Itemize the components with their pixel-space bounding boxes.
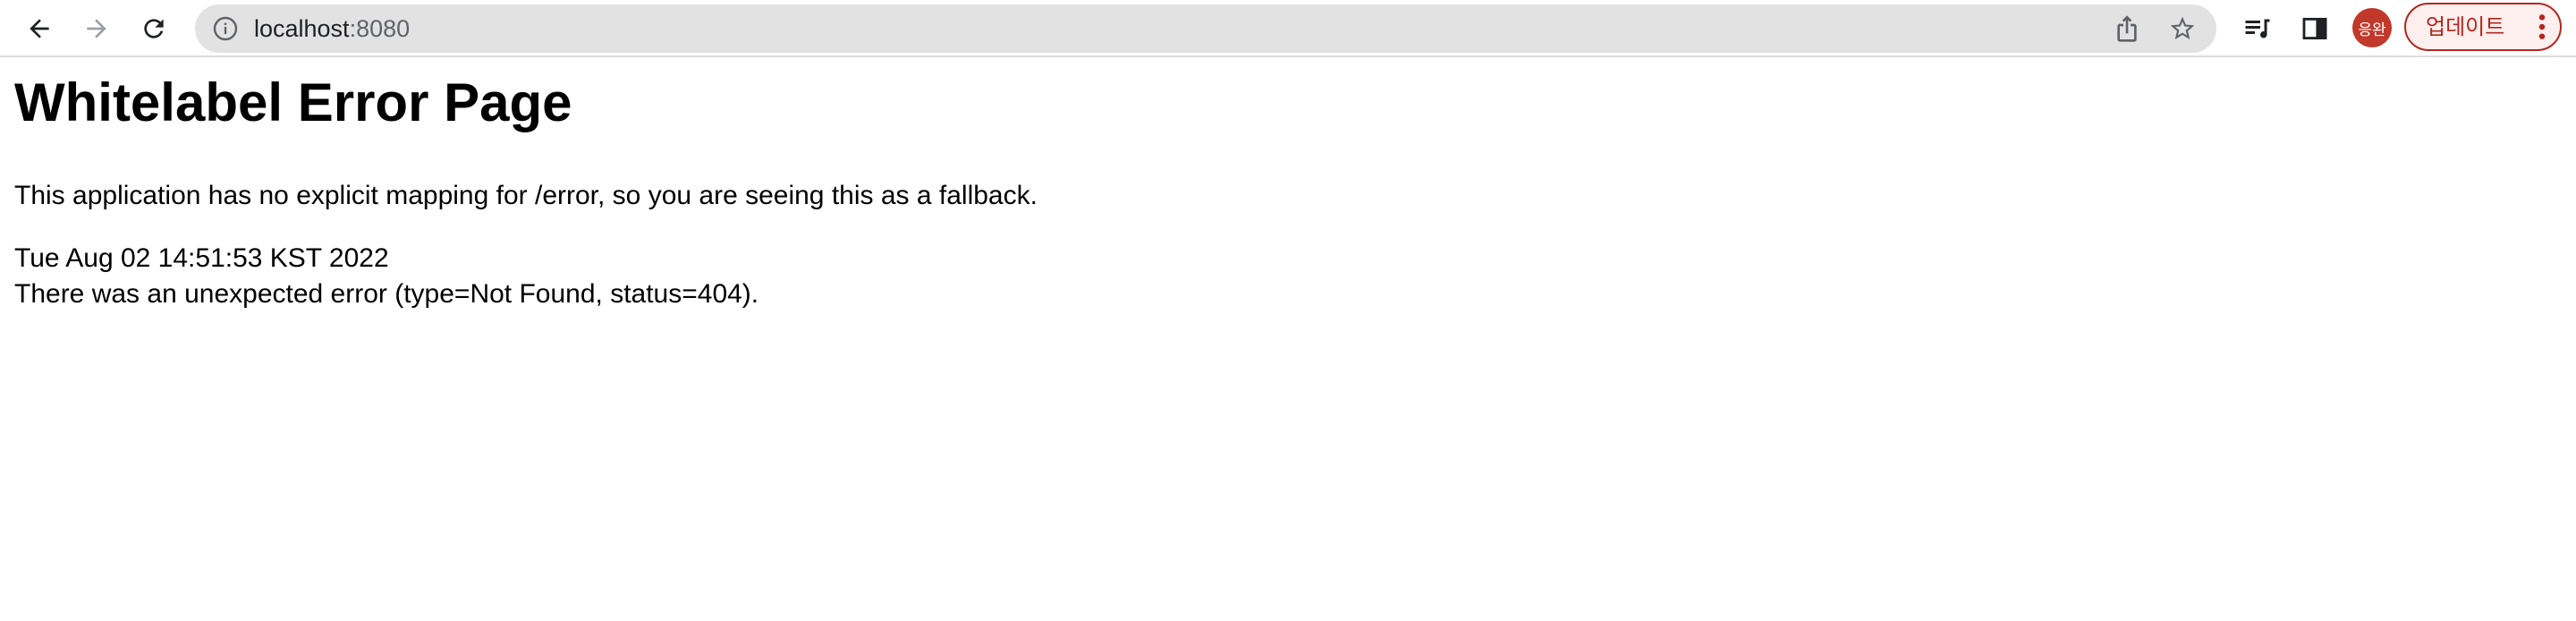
forward-button[interactable] bbox=[75, 7, 118, 50]
reading-list-button[interactable] bbox=[2240, 11, 2275, 47]
url-host: localhost bbox=[254, 15, 350, 42]
error-timestamp: Tue Aug 02 14:51:53 KST 2022 bbox=[14, 243, 389, 273]
url-text[interactable]: localhost:8080 bbox=[254, 4, 410, 53]
star-icon[interactable] bbox=[2168, 14, 2197, 43]
reload-button[interactable] bbox=[132, 7, 175, 50]
reading-list-icon bbox=[2245, 19, 2270, 38]
url-port: :8080 bbox=[349, 15, 411, 42]
side-panel-button[interactable] bbox=[2297, 11, 2333, 47]
page-title: Whitelabel Error Page bbox=[14, 72, 572, 132]
side-panel-icon bbox=[2302, 17, 2327, 40]
update-button[interactable]: 업데이트 bbox=[2404, 3, 2562, 51]
error-message: There was an unexpected error (type=Not … bbox=[14, 279, 759, 309]
address-bar[interactable]: localhost:8080 bbox=[195, 4, 2216, 53]
reload-icon bbox=[144, 19, 164, 38]
arrow-right-icon bbox=[87, 19, 106, 38]
back-button[interactable] bbox=[18, 7, 61, 50]
error-description: This application has no explicit mapping… bbox=[14, 181, 1038, 210]
arrow-left-icon bbox=[30, 19, 49, 38]
info-icon[interactable] bbox=[211, 14, 240, 43]
update-button-label: 업데이트 bbox=[2426, 14, 2505, 39]
share-icon[interactable] bbox=[2113, 14, 2141, 43]
profile-avatar[interactable]: 응완 bbox=[2352, 8, 2392, 47]
browser-toolbar: localhost:8080 응완 업데이트 bbox=[0, 0, 2576, 57]
kebab-menu-icon bbox=[2538, 14, 2546, 39]
